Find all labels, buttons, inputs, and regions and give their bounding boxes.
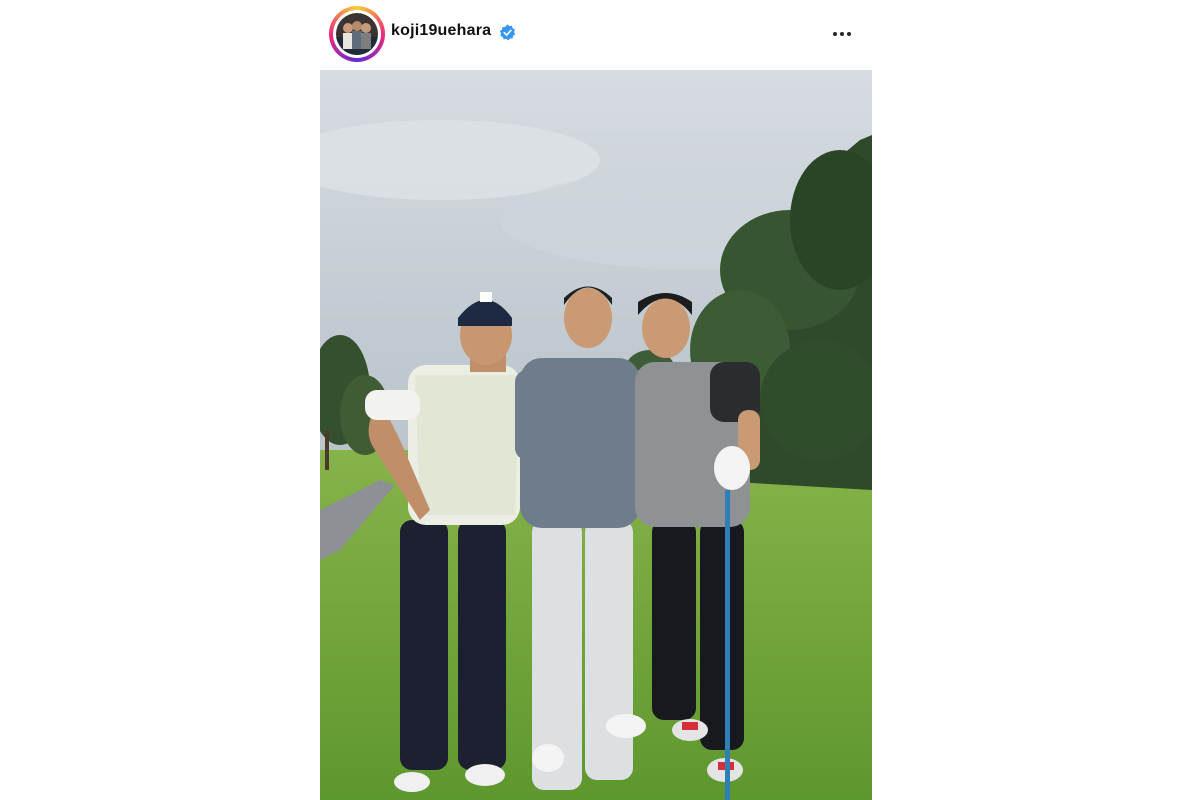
verified-badge-icon [499, 24, 516, 41]
instagram-post: koji19uehara [320, 0, 872, 800]
avatar-photo-icon [336, 13, 378, 55]
more-options-button[interactable] [828, 20, 856, 48]
post-photo[interactable] [320, 70, 872, 800]
more-dot-icon [847, 32, 851, 36]
avatar-inner [333, 10, 381, 58]
more-dot-icon [840, 32, 844, 36]
more-dot-icon [833, 32, 837, 36]
golf-photo [320, 70, 872, 800]
avatar[interactable] [329, 6, 385, 62]
post-header: koji19uehara [320, 0, 872, 70]
username[interactable]: koji19uehara [391, 22, 491, 40]
